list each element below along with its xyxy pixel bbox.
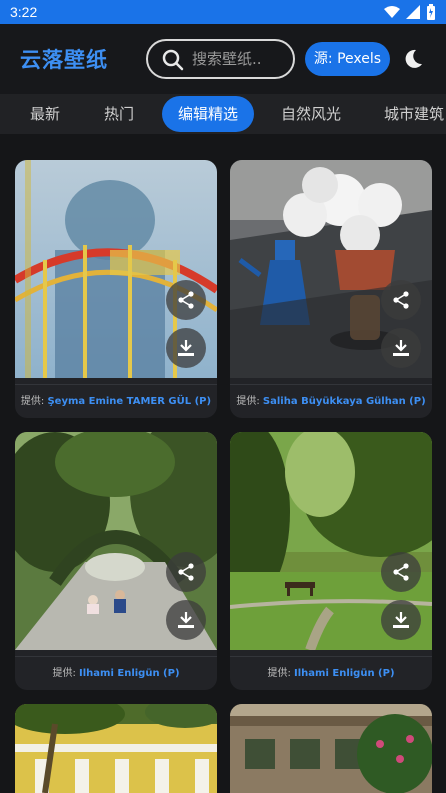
wallpaper-card[interactable]: 提供: Ilhami Enligün (P) [15,432,217,690]
author-link[interactable]: Ilhami Enligün (P) [79,668,180,679]
author-link[interactable]: Saliha Büyükkaya Gülhan (P) [263,396,426,407]
wallpaper-card[interactable] [15,704,217,793]
tab-editors-choice[interactable]: 编辑精选 [162,96,255,132]
search-icon [162,49,184,71]
app-bar: 云落壁纸 源: Pexels [0,24,446,94]
wallpaper-card[interactable] [230,704,432,793]
tab-city[interactable]: 城市建筑 [384,96,444,132]
share-icon [393,563,409,581]
source-button[interactable]: 源: Pexels [305,42,390,76]
share-button[interactable] [166,552,206,592]
moon-icon[interactable] [402,48,424,70]
wallpaper-card[interactable]: 提供: Şeyma Emine TAMER GÜL (P) [15,160,217,418]
wallpaper-image[interactable] [230,704,432,793]
share-icon [178,291,194,309]
download-icon [393,340,409,356]
signal-icon [406,5,420,19]
credit-prefix: 提供: [20,396,48,407]
author-link[interactable]: Şeyma Emine TAMER GÜL (P) [47,396,211,407]
tab-nature[interactable]: 自然风光 [281,96,341,132]
share-icon [178,563,194,581]
author-link[interactable]: Ilhami Enligün (P) [294,668,395,679]
download-icon [178,612,194,628]
photo-credit: 提供: Şeyma Emine TAMER GÜL (P) [15,384,217,418]
download-button[interactable] [381,328,421,368]
download-button[interactable] [166,328,206,368]
status-bar: 3:22 [0,0,446,24]
app-title: 云落壁纸 [20,48,108,72]
wallpaper-card[interactable]: 提供: Ilhami Enligün (P) [230,432,432,690]
battery-icon [427,4,435,20]
wifi-icon [384,6,400,18]
photo-credit: 提供: Ilhami Enligün (P) [230,656,432,690]
download-icon [393,612,409,628]
tab-latest[interactable]: 最新 [30,96,60,132]
photo-credit: 提供: Ilhami Enligün (P) [15,656,217,690]
search-box[interactable] [146,39,295,79]
wallpaper-grid: 提供: Şeyma Emine TAMER GÜL (P) 提供: Saliha… [0,134,446,793]
credit-prefix: 提供: [52,668,80,679]
photo-credit: 提供: Saliha Büyükkaya Gülhan (P) [230,384,432,418]
status-icons [384,4,436,20]
share-button[interactable] [166,280,206,320]
status-time: 3:22 [10,4,38,20]
share-button[interactable] [381,280,421,320]
share-button[interactable] [381,552,421,592]
wallpaper-card[interactable]: 提供: Saliha Büyükkaya Gülhan (P) [230,160,432,418]
download-button[interactable] [381,600,421,640]
download-button[interactable] [166,600,206,640]
download-icon [178,340,194,356]
share-icon [393,291,409,309]
credit-prefix: 提供: [267,668,295,679]
wallpaper-image[interactable] [15,704,217,793]
tab-hot[interactable]: 热门 [104,96,134,132]
search-input[interactable] [192,49,288,69]
category-tabs: 最新 热门 编辑精选 自然风光 城市建筑 [0,94,446,134]
credit-prefix: 提供: [236,396,263,407]
